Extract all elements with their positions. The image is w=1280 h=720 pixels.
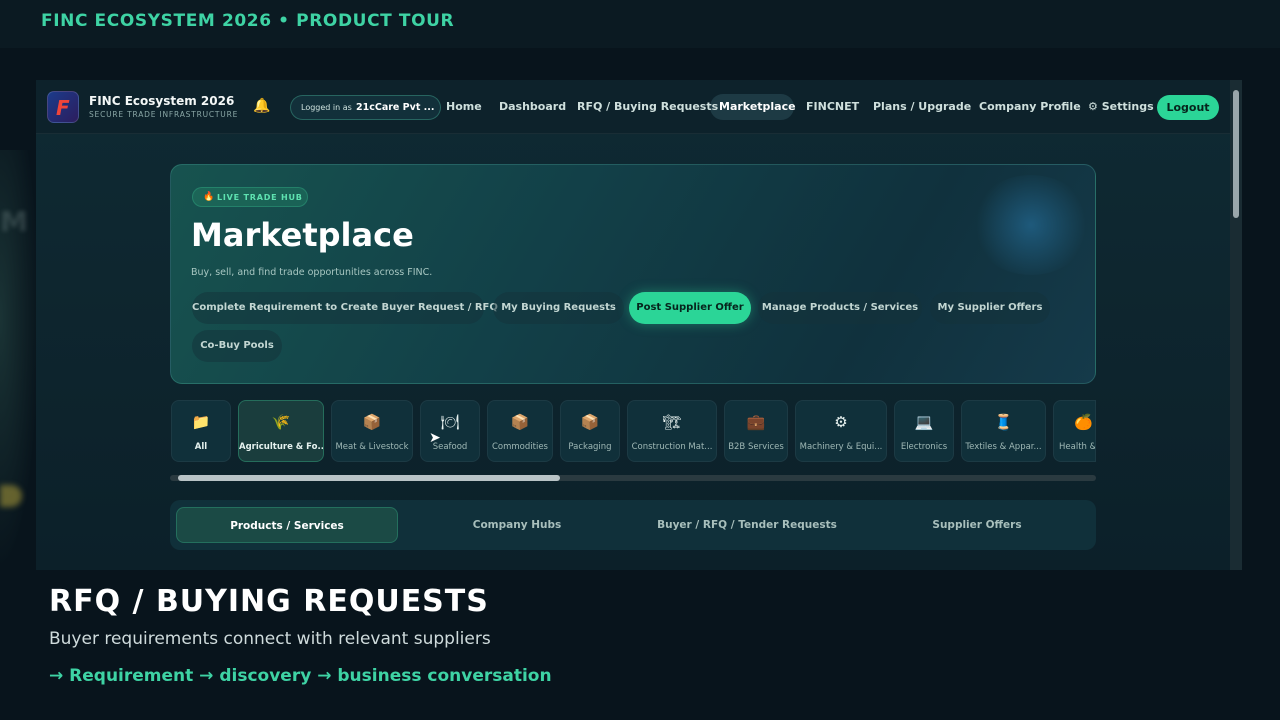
wheat-icon: 🌾 xyxy=(271,413,291,431)
live-trade-hub-badge: 🔥 LIVE TRADE HUB xyxy=(192,187,308,207)
tab-supplier-offers[interactable]: Supplier Offers xyxy=(866,507,1088,543)
tab-buyer-rfq-tender[interactable]: Buyer / RFQ / Tender Requests xyxy=(636,507,858,543)
category-b2b-services[interactable]: 💼 B2B Services xyxy=(724,400,788,462)
briefcase-icon: 💼 xyxy=(746,413,766,431)
brand-name: FINC Ecosystem 2026 xyxy=(89,94,235,108)
nav-settings[interactable]: ⚙ Settings xyxy=(1088,100,1154,113)
category-label: B2B Services xyxy=(728,442,784,452)
category-label: Textiles & Appar... xyxy=(965,442,1042,452)
page-scrollbar-thumb[interactable] xyxy=(1233,90,1239,218)
category-all[interactable]: 📁 All xyxy=(171,400,231,462)
finc-logo-icon[interactable]: F xyxy=(47,91,79,123)
category-label: Construction Mat... xyxy=(631,442,713,452)
package-icon: 📦 xyxy=(580,413,600,431)
tab-company-hubs[interactable]: Company Hubs xyxy=(406,507,628,543)
side-blur-pill xyxy=(0,485,22,507)
side-blur-text: M xyxy=(0,205,28,238)
category-machinery[interactable]: ⚙ Machinery & Equi... xyxy=(795,400,887,462)
page-scrollbar[interactable] xyxy=(1230,80,1242,570)
caption-panel: RFQ / BUYING REQUESTS Buyer requirements… xyxy=(0,570,1280,720)
category-agriculture[interactable]: 🌾 Agriculture & Fo... xyxy=(238,400,324,462)
tour-title: FINC ECOSYSTEM 2026 • PRODUCT TOUR xyxy=(41,11,455,31)
logged-in-label: Logged in as xyxy=(301,103,352,112)
package-icon: 📦 xyxy=(362,413,382,431)
category-packaging[interactable]: 📦 Packaging xyxy=(560,400,620,462)
laptop-icon: 💻 xyxy=(914,413,934,431)
nav-plans-upgrade[interactable]: Plans / Upgrade xyxy=(873,100,971,113)
create-buyer-request-button[interactable]: Complete Requirement to Create Buyer Req… xyxy=(192,292,498,324)
category-textiles[interactable]: 🧵 Textiles & Appar... xyxy=(961,400,1046,462)
nav-home[interactable]: Home xyxy=(446,100,482,113)
crane-icon: 🏗 xyxy=(662,413,682,431)
hero-glow xyxy=(971,175,1091,275)
category-construction[interactable]: 🏗 Construction Mat... xyxy=(627,400,717,462)
manage-products-services-button[interactable]: Manage Products / Services xyxy=(758,292,922,324)
category-label: Agriculture & Fo... xyxy=(239,442,324,452)
category-health[interactable]: 🍊 Health &... xyxy=(1053,400,1096,462)
logged-in-badge[interactable]: Logged in as 21cCare Pvt ... xyxy=(290,95,441,120)
category-label: Machinery & Equi... xyxy=(799,442,883,452)
mouse-cursor-icon: ➤ xyxy=(429,430,441,446)
category-label: Health &... xyxy=(1059,442,1096,452)
app-window: F FINC Ecosystem 2026 SECURE TRADE INFRA… xyxy=(36,80,1242,570)
category-label: Meat & Livestock xyxy=(335,442,409,452)
orange-icon: 🍊 xyxy=(1074,413,1093,431)
category-electronics[interactable]: 💻 Electronics xyxy=(894,400,954,462)
nav-rfq-buying-requests[interactable]: RFQ / Buying Requests xyxy=(577,100,718,113)
page-subtitle: Buy, sell, and find trade opportunities … xyxy=(191,267,433,278)
nav-marketplace[interactable]: Marketplace xyxy=(719,100,796,113)
category-label: Commodities xyxy=(491,442,548,452)
post-supplier-offer-button[interactable]: Post Supplier Offer xyxy=(629,292,751,324)
category-scrollbar-thumb[interactable] xyxy=(178,475,560,481)
logout-button[interactable]: Logout xyxy=(1157,95,1219,120)
caption-subtitle: Buyer requirements connect with relevant… xyxy=(49,629,491,649)
fire-icon: 🔥 xyxy=(203,192,215,202)
category-commodities[interactable]: 📦 Commodities xyxy=(487,400,553,462)
page-title: Marketplace xyxy=(191,216,414,254)
caption-flow: → Requirement → discovery → business con… xyxy=(49,666,552,686)
package-icon: 📦 xyxy=(510,413,530,431)
category-label: Packaging xyxy=(568,442,612,452)
marketplace-hero-card: 🔥 LIVE TRADE HUB Marketplace Buy, sell, … xyxy=(170,164,1096,384)
marketplace-tabs: Products / Services Company Hubs Buyer /… xyxy=(170,500,1096,550)
nav-company-profile[interactable]: Company Profile xyxy=(979,100,1081,113)
nav-fincnet[interactable]: FINCNET xyxy=(806,100,859,113)
logged-in-company: 21cCare Pvt ... xyxy=(356,102,435,113)
category-label: Electronics xyxy=(900,442,948,452)
plate-icon: 🍽 xyxy=(440,413,460,431)
tour-header: FINC ECOSYSTEM 2026 • PRODUCT TOUR xyxy=(0,0,1280,48)
nav-dashboard[interactable]: Dashboard xyxy=(499,100,566,113)
category-scrollbar[interactable] xyxy=(170,475,1096,481)
category-label: All xyxy=(194,442,208,452)
my-buying-requests-button[interactable]: My Buying Requests xyxy=(493,292,624,324)
tab-products-services[interactable]: Products / Services xyxy=(176,507,398,543)
gear-icon: ⚙ xyxy=(834,413,848,431)
thread-icon: 🧵 xyxy=(994,413,1013,431)
my-supplier-offers-button[interactable]: My Supplier Offers xyxy=(930,292,1050,324)
category-meat-livestock[interactable]: 📦 Meat & Livestock xyxy=(331,400,413,462)
live-trade-hub-label: LIVE TRADE HUB xyxy=(217,193,303,202)
bell-icon[interactable]: 🔔 xyxy=(253,98,270,114)
logo-letter: F xyxy=(56,96,70,120)
top-nav: F FINC Ecosystem 2026 SECURE TRADE INFRA… xyxy=(36,80,1230,134)
brand-tagline: SECURE TRADE INFRASTRUCTURE xyxy=(89,110,239,119)
co-buy-pools-button[interactable]: Co-Buy Pools xyxy=(192,330,282,362)
caption-title: RFQ / BUYING REQUESTS xyxy=(49,584,489,619)
folder-icon: 📁 xyxy=(191,413,211,431)
